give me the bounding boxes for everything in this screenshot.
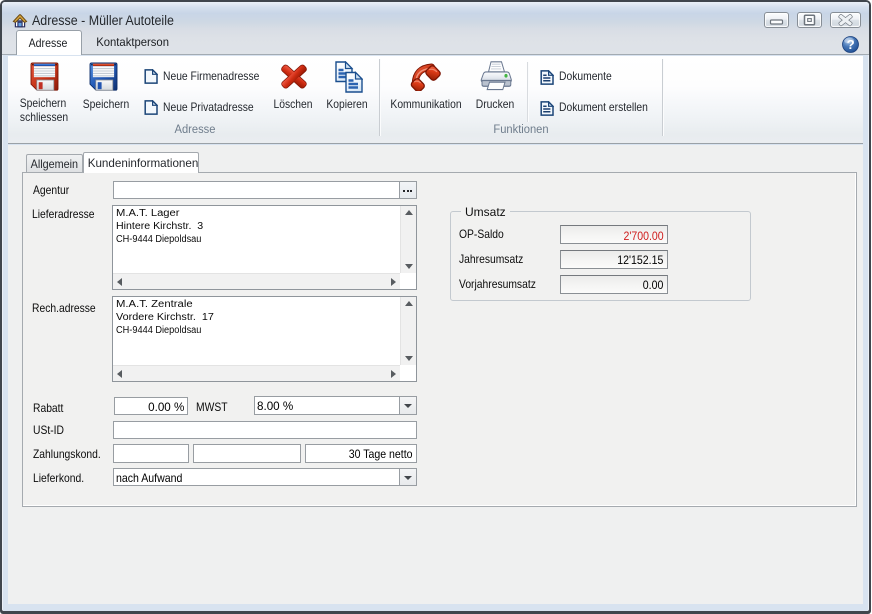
svg-text:?: ? — [847, 37, 855, 52]
